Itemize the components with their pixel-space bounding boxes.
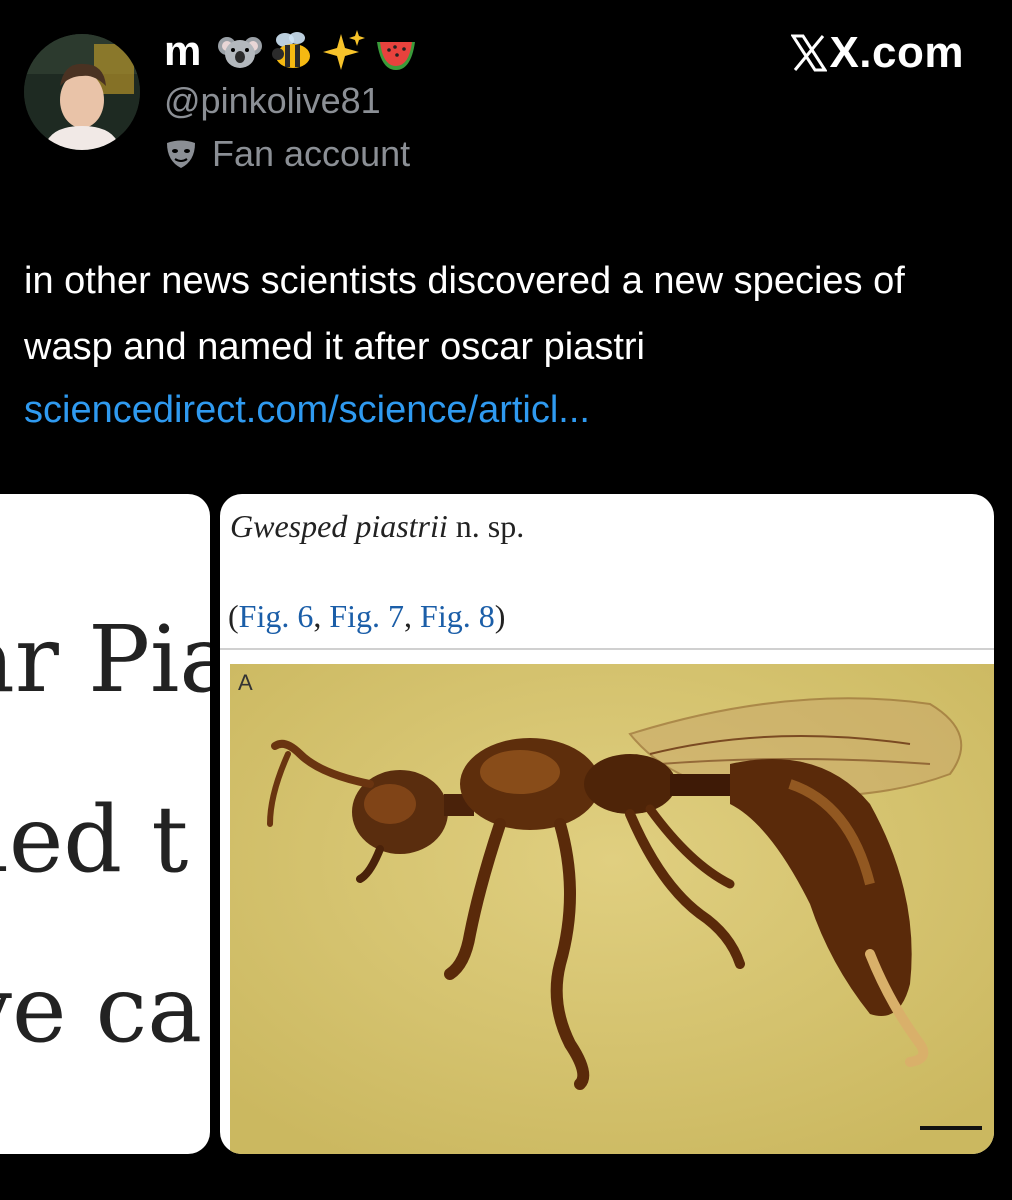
brand-watermark: X.com bbox=[791, 28, 964, 78]
zoomed-text-line: lled t bbox=[0, 786, 189, 893]
fig-link-8[interactable]: Fig. 8 bbox=[420, 598, 495, 634]
paren-close: ) bbox=[494, 598, 506, 634]
tweet-text: in other news scientists discovered a ne… bbox=[24, 260, 905, 368]
fig-link-7[interactable]: Fig. 7 bbox=[329, 598, 404, 634]
wasp-specimen-photo: A bbox=[230, 664, 994, 1154]
bee-emoji bbox=[272, 32, 311, 68]
brand-domain: X.com bbox=[829, 28, 964, 77]
user-handle[interactable]: @pinkolive81 bbox=[164, 80, 381, 122]
fig-separator: , bbox=[404, 598, 421, 634]
zoomed-text-line: ve ca bbox=[0, 956, 203, 1063]
species-suffix: n. sp. bbox=[455, 508, 525, 544]
figure-references: (Fig. 6, Fig. 7, Fig. 8) bbox=[228, 598, 505, 635]
watermelon-emoji bbox=[377, 42, 416, 70]
display-name[interactable]: m bbox=[164, 30, 201, 72]
wasp-illustration bbox=[230, 664, 994, 1154]
tweet-link[interactable]: sciencedirect.com/science/articl... bbox=[24, 377, 590, 443]
fig-link-6[interactable]: Fig. 6 bbox=[239, 598, 314, 634]
display-name-row[interactable]: m bbox=[164, 26, 419, 76]
paren-open: ( bbox=[228, 598, 239, 634]
mask-icon bbox=[167, 140, 195, 168]
species-genus: Gwesped piastrii bbox=[230, 508, 448, 544]
zoomed-text-line: ar Pia bbox=[0, 606, 210, 713]
species-name: Gwesped piastrii n. sp. bbox=[230, 508, 524, 545]
account-label: Fan account bbox=[164, 133, 410, 175]
divider bbox=[220, 648, 994, 650]
fig-separator: , bbox=[313, 598, 330, 634]
koala-emoji bbox=[218, 37, 263, 68]
avatar[interactable] bbox=[24, 34, 140, 150]
x-logo-icon bbox=[791, 34, 828, 72]
account-label-text: Fan account bbox=[212, 133, 411, 174]
panel-letter: A bbox=[238, 670, 253, 695]
media-image-right[interactable]: Gwesped piastrii n. sp. (Fig. 6, Fig. 7,… bbox=[220, 494, 994, 1154]
media-image-left[interactable]: ar Pia lled t ve ca bbox=[0, 494, 210, 1154]
sparkles-emoji bbox=[323, 30, 366, 70]
